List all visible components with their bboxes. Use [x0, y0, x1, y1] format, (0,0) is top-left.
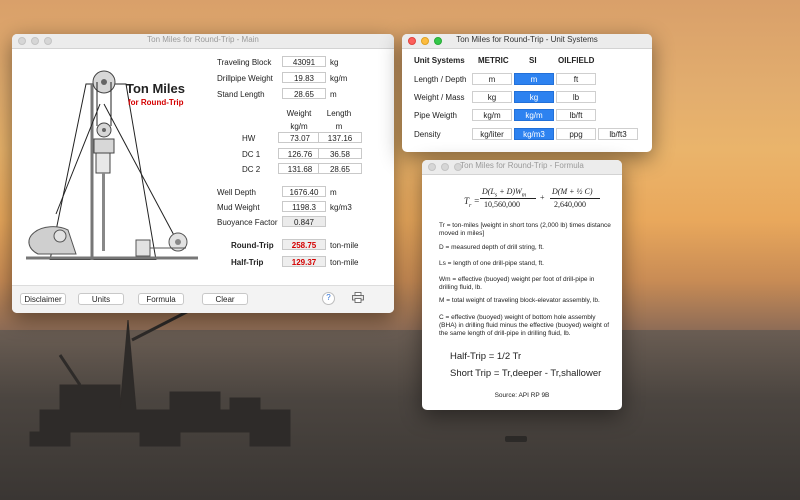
well-depth-label: Well Depth [217, 188, 256, 197]
stand-length-unit: m [330, 90, 337, 99]
si-header: SI [529, 56, 537, 65]
weight-metric-option[interactable]: kg [472, 91, 512, 103]
dc1-length-field[interactable]: 36.58 [318, 148, 362, 159]
definition-c: C = effective (buoyed) weight of bottom … [439, 314, 610, 337]
units-window: Ton Miles for Round-Trip - Unit Systems … [402, 34, 652, 152]
pipe-weight-metric-option[interactable]: kg/m [472, 109, 512, 121]
printer-icon[interactable] [352, 292, 364, 303]
main-window: Ton Miles for Round-Trip - Main Ton Mile… [12, 34, 394, 313]
length-column-header: Length [326, 109, 352, 118]
fraction-bar-1 [480, 198, 536, 199]
half-trip-value: 129.37 [282, 256, 326, 267]
mud-weight-label: Mud Weight [217, 203, 260, 212]
stand-length-field[interactable]: 28.65 [282, 88, 326, 99]
length-depth-label: Length / Depth [414, 75, 467, 84]
length-si-option[interactable]: m [514, 73, 554, 85]
traveling-block-field[interactable]: 43091 [282, 56, 326, 67]
formula-window: Ton Miles for Round-Trip - Formula Tr = … [422, 160, 622, 410]
oil-rig-silhouette [29, 300, 291, 447]
pipe-weight-label: Pipe Weigth [414, 111, 457, 120]
units-window-title: Ton Miles for Round-Trip - Unit Systems [456, 35, 598, 44]
formula-source: Source: API RP 9B [494, 392, 550, 399]
density-ppg-option[interactable]: ppg [556, 128, 596, 140]
drillpipe-weight-unit: kg/m [330, 74, 348, 83]
dc2-weight-field[interactable]: 131.68 [278, 163, 322, 174]
density-label: Density [414, 130, 441, 139]
well-depth-field[interactable]: 1676.40 [282, 186, 326, 197]
drillpipe-weight-field[interactable]: 19.83 [282, 72, 326, 83]
weight-mass-label: Weight / Mass [414, 93, 465, 102]
definition-wm: Wm = effective (buoyed) weight per foot … [439, 276, 595, 291]
short-trip-formula: Short Trip = Tr,deeper - Tr,shallower [450, 368, 602, 379]
formula-button[interactable]: Formula [138, 293, 184, 305]
mud-weight-unit: kg/m3 [330, 203, 352, 212]
equation-num1-rest: + D)W [497, 187, 522, 196]
equation-num1: D(L [482, 187, 495, 196]
weight-si-option[interactable]: kg [514, 91, 554, 103]
units-titlebar[interactable]: Ton Miles for Round-Trip - Unit Systems [402, 34, 652, 49]
half-trip-label: Half-Trip [231, 258, 264, 267]
hw-label: HW [242, 134, 256, 143]
metric-header: METRIC [478, 56, 509, 65]
half-trip-formula: Half-Trip = 1/2 Tr [450, 351, 522, 362]
mud-weight-field[interactable]: 1198.3 [282, 201, 326, 212]
disclaimer-button[interactable]: Disclaimer [20, 293, 66, 305]
round-trip-label: Round-Trip [231, 241, 274, 250]
definition-tr: Tr = ton-miles [weight in short tons (2,… [439, 222, 611, 237]
dc1-label: DC 1 [242, 150, 261, 159]
clear-button[interactable]: Clear [202, 293, 248, 305]
definition-d: D = measured depth of drill string, ft. [439, 244, 544, 251]
dc1-weight-field[interactable]: 126.76 [278, 148, 322, 159]
drillpipe-weight-label: Drillpipe Weight [217, 74, 273, 83]
boat [505, 436, 527, 442]
round-trip-unit: ton-mile [330, 241, 359, 250]
main-window-title: Ton Miles for Round-Trip - Main [147, 35, 259, 44]
help-icon[interactable]: ? [322, 292, 335, 305]
weight-oilfield-option[interactable]: lb [556, 91, 596, 103]
hw-weight-field[interactable]: 73.07 [278, 132, 322, 143]
density-metric-option[interactable]: kg/liter [472, 128, 512, 140]
pipe-weight-si-option[interactable]: kg/m [514, 109, 554, 121]
dc2-label: DC 2 [242, 165, 261, 174]
dc2-length-field[interactable]: 28.65 [318, 163, 362, 174]
half-trip-unit: ton-mile [330, 258, 359, 267]
units-button[interactable]: Units [78, 293, 124, 305]
equation-den1: 10,560,000 [484, 200, 520, 209]
hw-length-field[interactable]: 137.16 [318, 132, 362, 143]
density-lbft3-option[interactable]: lb/ft3 [598, 128, 638, 140]
length-column-unit: m [335, 122, 343, 131]
stand-length-label: Stand Length [217, 90, 265, 99]
traveling-block-unit: kg [330, 58, 339, 67]
length-oilfield-option[interactable]: ft [556, 73, 596, 85]
round-trip-value: 258.75 [282, 239, 326, 250]
equation-lhs-sub: r [469, 202, 472, 209]
definition-ls: Ls = length of one drill-pipe stand, ft. [439, 260, 544, 267]
density-si-option[interactable]: kg/m3 [514, 128, 554, 140]
buoyance-factor-label: Buoyance Factor [217, 218, 278, 227]
buoyance-factor-value: 0.847 [282, 216, 326, 227]
equation-num2: D(M + ½ C) [552, 187, 593, 196]
ton-miles-equation: Tr = D(Ls + D)Wm 10,560,000 + D(M + ½ C)… [462, 182, 612, 218]
equation-plus: + [540, 193, 545, 202]
equation-den2: 2,640,000 [554, 200, 586, 209]
formula-titlebar[interactable]: Ton Miles for Round-Trip - Formula [422, 160, 622, 175]
unit-systems-header: Unit Systems [414, 56, 465, 65]
traveling-block-label: Traveling Block [217, 58, 272, 67]
app-heading: Ton Miles [126, 81, 185, 96]
definition-m: M = total weight of traveling block-elev… [439, 297, 600, 304]
app-subheading: for Round-Trip [128, 98, 184, 107]
fraction-bar-2 [550, 198, 600, 199]
main-button-bar: Disclaimer Units Formula Clear ? [12, 285, 394, 313]
pipe-weight-oilfield-option[interactable]: lb/ft [556, 109, 596, 121]
length-metric-option[interactable]: m [472, 73, 512, 85]
well-depth-unit: m [330, 188, 337, 197]
oilfield-header: OILFIELD [558, 56, 595, 65]
main-titlebar[interactable]: Ton Miles for Round-Trip - Main [12, 34, 394, 49]
formula-window-title: Ton Miles for Round-Trip - Formula [460, 161, 584, 170]
